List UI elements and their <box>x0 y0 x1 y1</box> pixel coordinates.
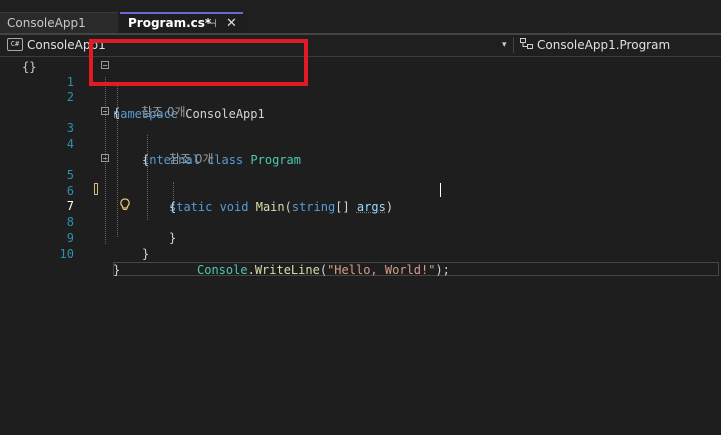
collapse-icon[interactable]: − <box>101 61 109 70</box>
line-number: 10 <box>59 247 74 261</box>
code-line: 3 − internal class Program <box>0 104 721 167</box>
code-token: WriteLine <box>254 263 320 277</box>
text-caret <box>440 183 441 197</box>
collapse-icon[interactable]: − <box>101 154 109 163</box>
code-line: 6 { <box>0 167 721 214</box>
tab-label: Program.cs* <box>128 16 212 30</box>
code-lens-line: 참조 0개 <box>0 135 721 166</box>
unsaved-change-marker <box>94 183 98 195</box>
code-line: 4 { <box>0 120 721 167</box>
code-lens-line: 참조 0개 <box>0 88 721 119</box>
collapse-icon[interactable]: − <box>101 107 109 116</box>
project-name: ConsoleApp1 <box>27 38 106 52</box>
code-editor[interactable]: {} 1 − namespace ConsoleApp1 2 { 참조 0개 3… <box>0 57 721 435</box>
csharp-project-icon: C# <box>7 38 23 51</box>
type-dropdown[interactable]: ConsoleApp1.Program <box>520 36 670 54</box>
type-name: ConsoleApp1.Program <box>537 38 671 52</box>
document-tab-bar: ConsoleApp1 Program.cs* ⊣ ✕ <box>0 0 721 35</box>
code-token: ( <box>319 263 328 277</box>
code-token: } <box>113 263 121 277</box>
code-token: . <box>247 263 255 277</box>
divider <box>513 37 514 53</box>
tab-label: ConsoleApp1 <box>7 16 86 30</box>
code-line: 9 } <box>0 214 721 261</box>
project-dropdown[interactable]: C# ConsoleApp1 ▾ <box>3 36 513 54</box>
code-token: } <box>142 247 150 261</box>
pin-icon[interactable]: ⊣ <box>207 14 217 33</box>
tab-program-cs[interactable]: Program.cs* ⊣ ✕ <box>120 12 243 33</box>
tab-consoleapp1[interactable]: ConsoleApp1 <box>0 12 118 33</box>
code-line: 8 } <box>0 198 721 245</box>
code-line: 1 − namespace ConsoleApp1 <box>0 58 721 121</box>
close-icon[interactable]: ✕ <box>226 14 237 33</box>
class-icon <box>520 37 534 55</box>
code-line: 5 − static void Main(string[] args) <box>0 151 721 214</box>
code-token: Console <box>197 263 248 277</box>
navigation-bar: C# ConsoleApp1 ▾ ConsoleApp1.Program <box>0 35 721 57</box>
code-line: 10 } <box>0 230 721 277</box>
code-line-current: 7 Console.WriteLine("Hello, World!"); <box>0 182 721 277</box>
chevron-down-icon[interactable]: ▾ <box>502 36 507 54</box>
code-line: 2 { <box>0 73 721 120</box>
code-token: ); <box>435 263 450 277</box>
code-token: "Hello, World!" <box>327 263 436 277</box>
